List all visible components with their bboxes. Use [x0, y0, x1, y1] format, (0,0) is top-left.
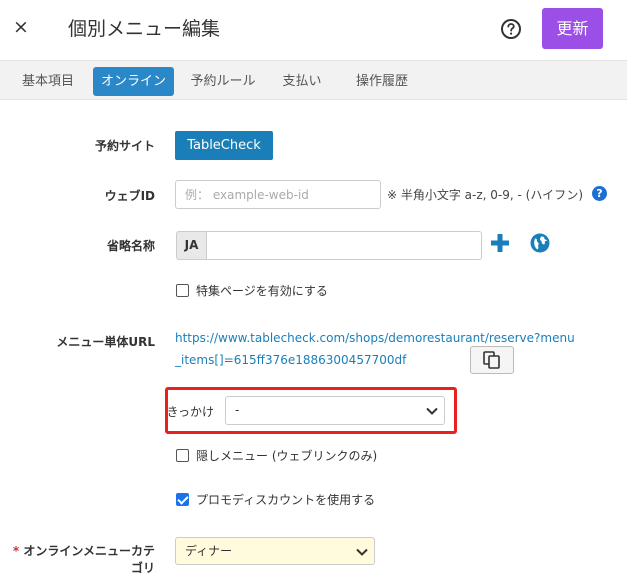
feature-page-checkbox[interactable] — [176, 284, 189, 297]
tab-history[interactable]: 操作履歴 — [341, 67, 423, 96]
tab-online[interactable]: オンライン — [93, 67, 174, 96]
online-category-selected-value: ディナー — [185, 544, 233, 558]
update-button[interactable]: 更新 — [542, 8, 603, 49]
question-icon[interactable]: ? — [592, 186, 607, 201]
web-id-hint: ※ 半角小文字 a-z, 0-9, - (ハイフン) — [387, 188, 584, 202]
chevron-down-icon — [356, 548, 368, 556]
web-id-input[interactable] — [175, 180, 381, 209]
copy-button[interactable] — [470, 346, 514, 374]
copy-icon — [483, 351, 500, 369]
hidden-menu-label: 隠しメニュー (ウェブリンクのみ) — [196, 449, 378, 463]
language-tag: JA — [176, 231, 206, 260]
online-category-select[interactable]: ディナー — [175, 537, 375, 565]
online-category-label-text: オンラインメニューカテゴリ — [23, 544, 155, 575]
online-category-label: * オンラインメニューカテゴリ — [5, 542, 155, 576]
tablecheck-button[interactable]: TableCheck — [175, 131, 273, 160]
menu-url-link[interactable]: https://www.tablecheck.com/shops/demores… — [175, 327, 575, 371]
short-name-label: 省略名称 — [106, 239, 155, 253]
trigger-select[interactable]: - — [225, 396, 445, 425]
chevron-down-icon — [426, 407, 438, 415]
trigger-selected-value: - — [235, 403, 240, 417]
help-circle-icon[interactable] — [500, 18, 522, 40]
tab-reservation-rules[interactable]: 予約ルール — [183, 67, 263, 96]
hidden-menu-checkbox[interactable] — [176, 449, 189, 462]
menu-url-label: メニュー単体URL — [56, 335, 155, 349]
tab-basic[interactable]: 基本項目 — [10, 67, 86, 96]
close-button[interactable]: × — [10, 16, 32, 38]
tab-bar: 基本項目 オンライン 予約ルール 支払い 操作履歴 — [0, 60, 627, 100]
modal-header: × 個別メニュー編集 更新 — [0, 0, 627, 60]
plus-icon[interactable] — [490, 233, 510, 253]
trigger-label: きっかけ — [166, 405, 214, 419]
required-mark: * — [12, 544, 20, 558]
tab-payment[interactable]: 支払い — [271, 67, 333, 96]
web-id-label: ウェブID — [104, 189, 155, 203]
globe-icon[interactable] — [530, 233, 550, 253]
promo-discount-label: プロモディスカウントを使用する — [196, 493, 376, 507]
feature-page-label: 特集ページを有効にする — [196, 284, 328, 298]
promo-discount-checkbox[interactable] — [176, 493, 189, 506]
reservation-site-label: 予約サイト — [94, 139, 155, 153]
page-title: 個別メニュー編集 — [68, 18, 221, 40]
short-name-input[interactable] — [206, 231, 482, 260]
